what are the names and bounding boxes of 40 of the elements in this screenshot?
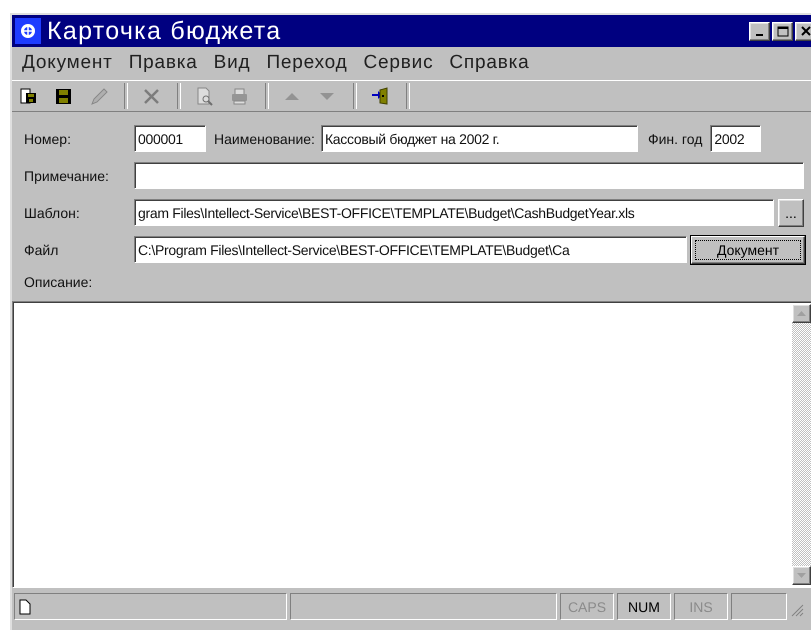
close-icon — [800, 26, 810, 36]
maximize-icon — [776, 26, 788, 36]
file-field[interactable]: C:\Program Files\Intellect-Service\BEST-OFFICE\TEMPLATE\Budget\Ca — [134, 236, 687, 263]
down-arrow-icon — [320, 92, 334, 100]
status-pane — [731, 593, 787, 620]
name-field[interactable]: Кассовый бюджет на 2002 г. — [320, 125, 638, 152]
scroll-down-icon[interactable] — [792, 566, 811, 585]
scroll-up-icon[interactable] — [792, 304, 811, 323]
door-arrow-icon — [370, 86, 390, 106]
browse-button[interactable]: ... — [778, 198, 804, 226]
document-icon — [19, 598, 31, 614]
menu-item[interactable]: Справка — [443, 52, 540, 74]
status-indicator: NUM — [617, 593, 671, 620]
close-button[interactable] — [795, 22, 811, 40]
open-file-icon — [18, 86, 38, 106]
year-label: Фин. год — [648, 130, 702, 146]
menu-item[interactable]: Документ — [16, 52, 123, 74]
maximize-button[interactable] — [772, 22, 793, 40]
window-title: Карточка бюджета — [47, 16, 282, 46]
template-label: Шаблон: — [24, 204, 81, 220]
menu-item[interactable]: Правка — [122, 52, 208, 74]
minimize-icon — [756, 34, 763, 36]
menu-item[interactable]: Вид — [208, 52, 260, 74]
number-label: Номер: — [24, 130, 72, 146]
year-field[interactable]: 2002 — [710, 125, 762, 152]
document-button[interactable]: Документ — [691, 236, 805, 264]
menu-item[interactable]: Переход — [260, 52, 358, 74]
app-icon — [15, 18, 41, 44]
note-label: Примечание: — [24, 168, 110, 184]
file-label: Файл — [24, 242, 60, 258]
note-field[interactable] — [134, 162, 804, 189]
menu-item[interactable]: Сервис — [358, 52, 444, 74]
template-field[interactable]: gram Files\Intellect-Service\BEST-OFFICE\TEMPLATE\Budget\CashBudgetYear.xls — [134, 199, 774, 226]
minimize-button[interactable] — [749, 22, 770, 40]
number-field[interactable]: 000001 — [134, 125, 206, 152]
description-label: Описание: — [24, 274, 92, 290]
description-field[interactable] — [12, 301, 811, 588]
up-arrow-icon — [285, 92, 299, 100]
scrollbar[interactable] — [792, 304, 811, 585]
name-label: Наименование: — [214, 130, 315, 146]
